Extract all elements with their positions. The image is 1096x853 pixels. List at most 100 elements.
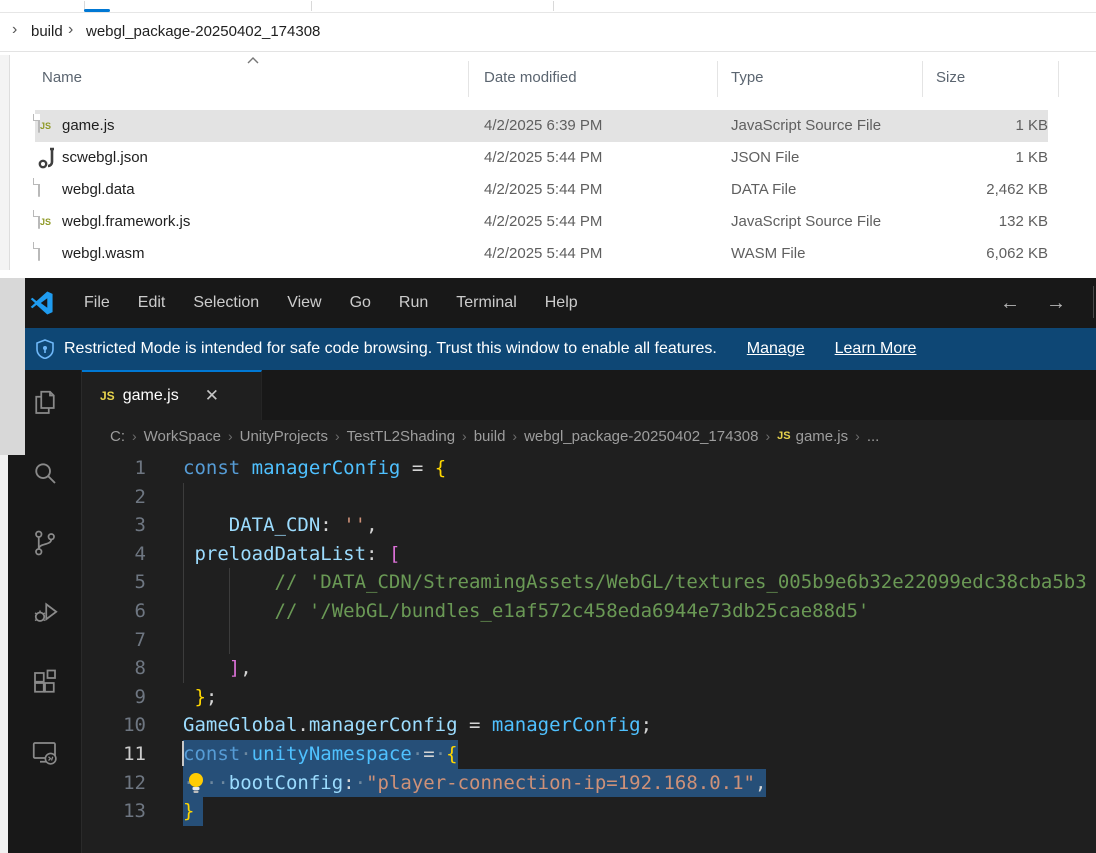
menu-edit[interactable]: Edit [124,290,180,316]
manage-link[interactable]: Manage [747,340,805,358]
table-row[interactable]: JS webgl.framework.js 4/2/2025 5:44 PM J… [35,206,1048,238]
code-line[interactable]: 3 DATA_CDN: '', [82,511,1096,540]
chevron-right-icon: › [12,21,17,39]
code-line[interactable]: 12 ····bootConfig:·"player-connection-ip=… [82,769,1096,798]
menu-view[interactable]: View [273,290,335,316]
line-number[interactable]: 11 [82,740,146,769]
file-size: 6,062 KB [936,245,1048,262]
navigate-back-icon[interactable]: ← [1000,292,1020,315]
column-divider[interactable] [717,61,718,97]
crumb-build[interactable]: build [474,428,506,445]
line-number[interactable]: 7 [82,626,146,655]
menu-help[interactable]: Help [531,290,592,316]
remote-explorer-icon[interactable] [30,738,60,768]
code-line[interactable]: 1 const managerConfig = { [82,454,1096,483]
toolbar-divider [553,1,554,11]
line-number[interactable]: 1 [82,454,146,483]
crumb-testtl2shading[interactable]: TestTL2Shading [347,428,455,445]
tab-label: game.js [123,387,179,405]
js-language-icon: JS [100,389,115,403]
explorer-left-gutter [0,55,10,270]
line-number[interactable]: 10 [82,711,146,740]
learn-more-link[interactable]: Learn More [835,340,917,358]
code-line[interactable]: 10GameGlobal.managerConfig = managerConf… [82,711,1096,740]
menu-terminal[interactable]: Terminal [442,290,530,316]
file-type: WASM File [731,245,805,262]
line-number[interactable]: 2 [82,483,146,512]
editor-breadcrumbs: C:› WorkSpace› UnityProjects› TestTL2Sha… [82,420,1096,452]
vscode-window: File Edit Selection View Go Run Terminal… [8,278,1096,853]
code-line[interactable]: 7 [82,626,1096,655]
line-content: // '/WebGL/bundles_e1af572c458eda6944e73… [183,597,869,626]
column-divider[interactable] [468,61,469,97]
indent-guide [229,568,230,654]
breadcrumb-build[interactable]: build [31,23,63,40]
code-line[interactable]: 8 ], [82,654,1096,683]
column-header-size[interactable]: Size [936,69,965,86]
column-header-type[interactable]: Type [731,69,764,86]
code-line[interactable]: 9 }; [82,683,1096,712]
file-size: 132 KB [936,213,1048,230]
table-row[interactable]: webgl.wasm 4/2/2025 5:44 PM WASM File 6,… [35,238,1048,270]
menu-selection[interactable]: Selection [179,290,273,316]
code-line[interactable]: 5 // 'DATA_CDN/StreamingAssets/WebGL/tex… [82,568,1096,597]
line-number[interactable]: 3 [82,511,146,540]
table-row[interactable]: webgl.data 4/2/2025 5:44 PM DATA File 2,… [35,174,1048,206]
tab-bar: JS game.js ✕ [82,370,1096,420]
column-header-date[interactable]: Date modified [484,69,577,86]
file-icon [38,179,56,201]
column-divider[interactable] [922,61,923,97]
vscode-logo-icon [30,291,54,315]
navigate-forward-icon[interactable]: → [1046,292,1066,315]
crumb-package[interactable]: webgl_package-20250402_174308 [524,428,758,445]
breadcrumb-package-folder[interactable]: webgl_package-20250402_174308 [86,23,320,40]
menu-file[interactable]: File [70,290,124,316]
json-file-icon [38,147,56,169]
code-line[interactable]: 4 preloadDataList: [ [82,540,1096,569]
code-editor[interactable]: 1 const managerConfig = { 23 DATA_CDN: '',… [82,452,1096,853]
shield-icon [36,339,54,359]
line-content: ], [183,654,252,683]
column-divider[interactable] [1058,61,1059,97]
search-icon[interactable] [30,458,60,488]
line-number[interactable]: 8 [82,654,146,683]
line-content: const managerConfig = { [183,454,446,483]
menu-go[interactable]: Go [336,290,385,316]
code-line[interactable]: 6 // '/WebGL/bundles_e1af572c458eda6944e… [82,597,1096,626]
tab-game-js[interactable]: JS game.js ✕ [82,370,262,420]
banner-text: Restricted Mode is intended for safe cod… [64,340,717,358]
table-row[interactable]: scwebgl.json 4/2/2025 5:44 PM JSON File … [35,142,1048,174]
source-control-icon[interactable] [30,528,60,558]
table-row[interactable]: JS game.js 4/2/2025 6:39 PM JavaScript S… [35,110,1048,142]
crumb-workspace[interactable]: WorkSpace [144,428,221,445]
file-name: game.js [62,117,115,134]
extensions-icon[interactable] [30,668,60,698]
chevron-right-icon: › [68,21,73,39]
file-size: 1 KB [936,149,1048,166]
lightbulb-icon[interactable] [186,771,206,795]
file-name: webgl.framework.js [62,213,190,230]
indent-guide [183,483,184,683]
crumb-file[interactable]: game.js [796,428,849,445]
run-debug-icon[interactable] [30,598,60,628]
menu-run[interactable]: Run [385,290,442,316]
code-line[interactable]: 11const·unityNamespace·=·{ [82,740,1096,769]
code-line[interactable]: 13} [82,797,1096,826]
line-content: }; [183,683,217,712]
line-number[interactable]: 9 [82,683,146,712]
file-type: JavaScript Source File [731,213,881,230]
line-number[interactable]: 6 [82,597,146,626]
crumb-symbol[interactable]: ... [867,428,880,445]
code-line[interactable]: 2 [82,483,1096,512]
crumb-drive[interactable]: C: [110,428,125,445]
js-language-icon: JS [777,430,790,442]
column-header-name[interactable]: Name [42,69,82,86]
selection-highlight: ····bootConfig:·"player-connection-ip=19… [183,769,766,798]
line-number[interactable]: 4 [82,540,146,569]
explorer-icon[interactable] [30,388,60,418]
close-icon[interactable]: ✕ [205,386,219,406]
line-number[interactable]: 12 [82,769,146,798]
line-number[interactable]: 13 [82,797,146,826]
crumb-unityprojects[interactable]: UnityProjects [240,428,328,445]
line-number[interactable]: 5 [82,568,146,597]
